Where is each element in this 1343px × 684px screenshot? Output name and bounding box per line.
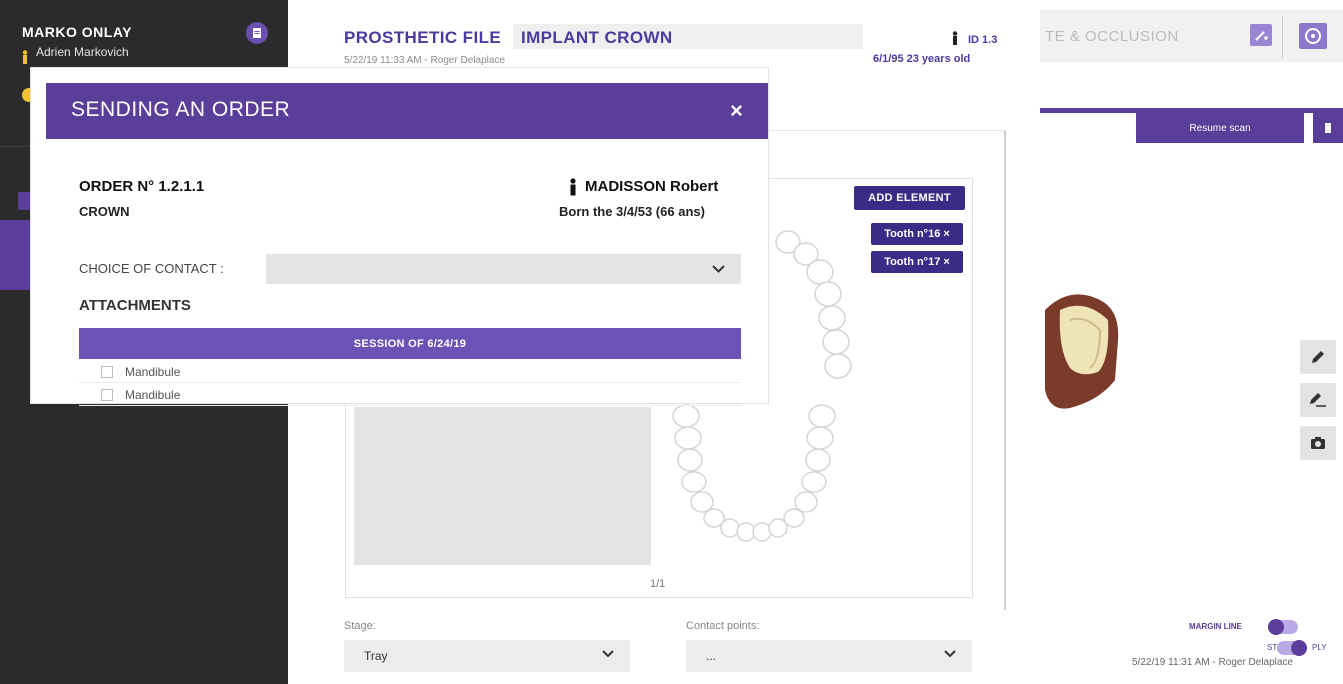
ply-label: PLY: [1312, 643, 1327, 652]
patient-dob-age: 6/1/95 23 years old: [873, 53, 971, 65]
person-icon: [22, 50, 28, 64]
prosthetic-file-meta: 5/22/19 11:33 AM - Roger Delaplace: [344, 55, 506, 66]
camera-icon[interactable]: [1300, 426, 1336, 460]
patient-id: ID 1.3: [968, 34, 998, 46]
person-icon: [570, 178, 576, 196]
sidebar-patient-name: MARKO ONLAY: [22, 24, 132, 40]
attachment-row[interactable]: Mandibule: [79, 384, 741, 406]
scan-menu-button[interactable]: [1313, 113, 1343, 143]
pencil-icon[interactable]: [1300, 340, 1336, 374]
attachment-row[interactable]: Mandibule: [79, 361, 741, 383]
choice-of-contact-select[interactable]: [266, 254, 741, 284]
person-icon: [952, 31, 958, 45]
sidebar-practitioner: Adrien Markovich: [36, 45, 129, 59]
contact-points-select[interactable]: ...: [686, 640, 972, 672]
chevron-down-icon: [602, 650, 614, 658]
attachment-checkbox[interactable]: [101, 365, 113, 378]
format-toggle[interactable]: [1277, 640, 1307, 656]
margin-line-label: MARGIN LINE: [1189, 622, 1242, 631]
stage-value: Tray: [364, 649, 388, 663]
tab-occlusion[interactable]: TE & OCCLUSION: [1045, 28, 1179, 45]
toolbar-divider: [1282, 16, 1283, 58]
order-number: ORDER N° 1.2.1.1: [79, 178, 205, 195]
chevron-down-icon: [712, 265, 725, 273]
close-icon[interactable]: ×: [730, 98, 743, 124]
preview-image: [354, 407, 651, 565]
tooth-tag[interactable]: Tooth n°17 ×: [871, 251, 963, 273]
session-header[interactable]: SESSION OF 6/24/19: [79, 328, 741, 359]
attachments-heading: ATTACHMENTS: [79, 297, 191, 314]
edit-tool-icon[interactable]: [1250, 24, 1272, 46]
prosthetic-file-title: PROSTHETIC FILE: [344, 28, 502, 47]
margin-pencil-icon[interactable]: [1300, 383, 1336, 417]
stage-label: Stage:: [344, 620, 376, 632]
modal-title: SENDING AN ORDER: [71, 98, 291, 121]
scan-footer-meta: 5/22/19 11:31 AM - Roger Delaplace: [1132, 657, 1294, 668]
resume-scan-button[interactable]: Resume scan: [1136, 113, 1304, 143]
order-type: CROWN: [79, 204, 130, 219]
tooth-tag[interactable]: Tooth n°16 ×: [871, 223, 963, 245]
settings-icon[interactable]: [1299, 23, 1327, 49]
document-icon[interactable]: [246, 22, 268, 44]
page-indicator: 1/1: [650, 578, 666, 590]
patient-name: MADISSON Robert: [585, 178, 719, 195]
contact-points-value: ...: [706, 649, 717, 663]
contact-points-label: Contact points:: [686, 620, 760, 632]
chevron-down-icon: [944, 650, 956, 658]
attachment-label: Mandibule: [125, 387, 181, 402]
stage-select[interactable]: Tray: [344, 640, 630, 672]
attachment-label: Mandibule: [125, 364, 181, 379]
prosthetic-type-value: IMPLANT CROWN: [521, 28, 673, 47]
patient-birth: Born the 3/4/53 (66 ans): [559, 204, 705, 219]
margin-line-toggle[interactable]: [1268, 619, 1298, 635]
add-element-button[interactable]: ADD ELEMENT: [854, 186, 965, 210]
attachment-checkbox[interactable]: [101, 388, 113, 401]
choice-of-contact-label: CHOICE OF CONTACT :: [79, 261, 224, 276]
tooth-3d-model[interactable]: [1040, 280, 1130, 415]
